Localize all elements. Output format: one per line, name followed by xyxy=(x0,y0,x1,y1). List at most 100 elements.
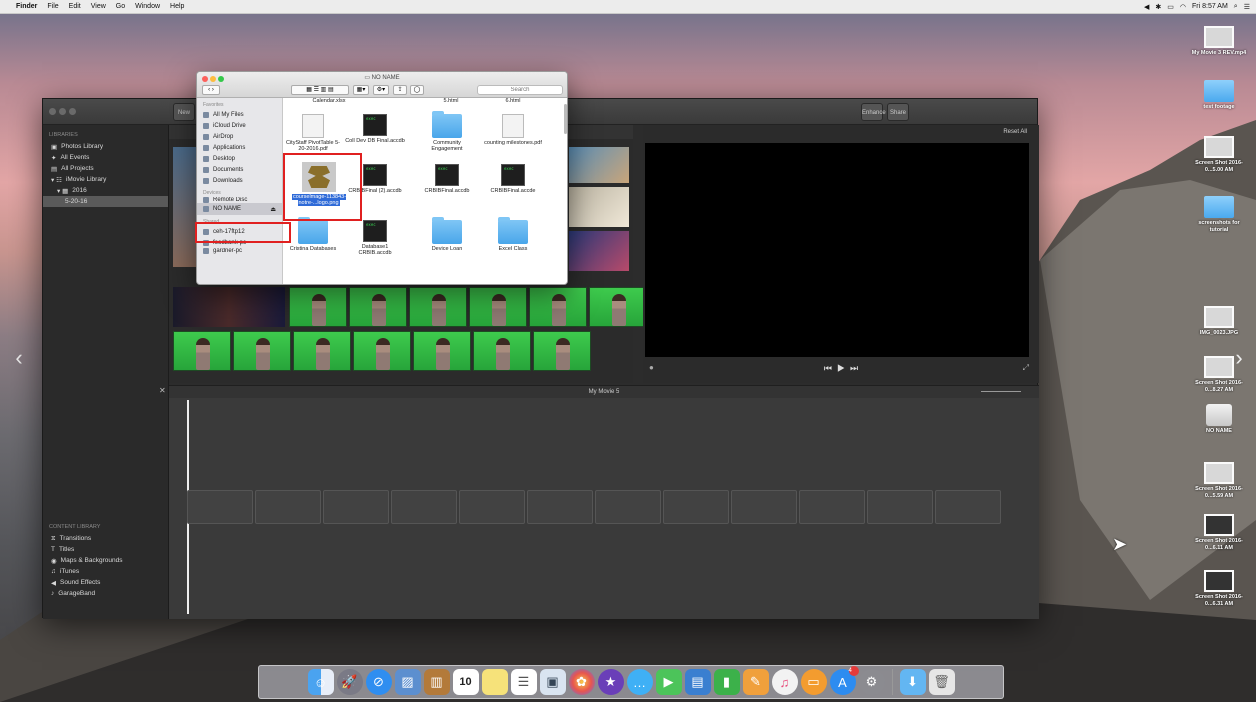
video-viewer[interactable] xyxy=(645,143,1029,357)
file-item[interactable]: counting milestones.pdf xyxy=(483,114,543,146)
volume-icon[interactable]: ◀ xyxy=(1144,3,1149,11)
file-item[interactable]: CityStaff PivotTable 5-20-2016.pdf xyxy=(283,114,343,153)
desktop-file[interactable]: Screen Shot 2016-0...6.11 AM xyxy=(1191,514,1247,551)
scrollbar[interactable] xyxy=(564,104,567,134)
sidebar-item-icloud-drive[interactable]: iCloud Drive xyxy=(197,120,282,131)
menu-go[interactable]: Go xyxy=(116,3,125,10)
file-item-top[interactable]: 5.html xyxy=(421,98,481,104)
share-icon[interactable]: ⇪ xyxy=(393,85,407,95)
tag-icon[interactable]: ◯ xyxy=(410,85,424,95)
launchpad-app-icon[interactable]: 🚀 xyxy=(336,669,363,695)
content-item-transitions[interactable]: ⧖ Transitions xyxy=(43,533,168,544)
clip-thumbnail[interactable] xyxy=(173,331,231,371)
clip-thumbnail[interactable] xyxy=(569,231,629,271)
file-item[interactable]: Database1 CRBIB.accdb xyxy=(345,220,405,257)
bluetooth-icon[interactable]: ✱ xyxy=(1155,3,1161,11)
preview-app-icon[interactable]: ▨ xyxy=(394,669,421,695)
clip-thumbnail[interactable] xyxy=(589,287,647,327)
new-button[interactable]: New xyxy=(173,103,195,121)
sidebar-item-all-projects[interactable]: ▤ All Projects xyxy=(43,163,168,174)
desktop-file[interactable]: Screen Shot 2016-0...6.31 AM xyxy=(1191,570,1247,607)
safari-app-icon[interactable]: ⊘ xyxy=(365,669,392,695)
minimize-button[interactable] xyxy=(59,108,66,115)
sidebar-item-downloads[interactable]: Downloads xyxy=(197,175,282,186)
sidebar-item-event[interactable]: 5-20-16 xyxy=(43,196,168,207)
sidebar-item-shared-3[interactable]: gardner-pc xyxy=(197,248,282,254)
zoom-slider[interactable] xyxy=(981,391,1021,392)
messages-app-icon[interactable]: … xyxy=(626,669,653,695)
sidebar-item-all-my-files[interactable]: All My Files xyxy=(197,109,282,120)
reset-all-button[interactable]: Reset All xyxy=(1003,129,1027,135)
skip-back-icon[interactable]: ⏮ xyxy=(824,363,832,373)
eject-icon[interactable]: ⏏ xyxy=(270,206,276,213)
reminders-app-icon[interactable]: ☰ xyxy=(510,669,537,695)
content-item-itunes[interactable]: ♫ iTunes xyxy=(43,566,168,577)
sidebar-item-applications[interactable]: Applications xyxy=(197,142,282,153)
clip-thumbnail[interactable] xyxy=(353,331,411,371)
clip-thumbnail[interactable] xyxy=(293,331,351,371)
imovie-app-icon[interactable]: ★ xyxy=(597,669,624,695)
menu-edit[interactable]: Edit xyxy=(69,3,81,10)
clip-thumbnail[interactable] xyxy=(533,331,591,371)
skip-forward-icon[interactable]: ⏭ xyxy=(850,363,858,373)
clip-thumbnail[interactable] xyxy=(569,187,629,227)
clip-thumbnail[interactable] xyxy=(173,287,285,327)
clip-thumbnail[interactable] xyxy=(233,331,291,371)
file-item[interactable]: Device Loan xyxy=(417,217,477,252)
spotlight-icon[interactable]: ⌕ xyxy=(1234,3,1238,11)
content-item-titles[interactable]: T Titles xyxy=(43,544,168,555)
file-item[interactable]: Coll Dev DB Final.accdb xyxy=(345,114,405,144)
clip-thumbnail[interactable] xyxy=(289,287,347,327)
preview-doc-app-icon[interactable]: ▣ xyxy=(539,669,566,695)
photos-app-icon[interactable]: ✿ xyxy=(568,669,595,695)
desktop-file[interactable]: Screen Shot 2016-0...5.59 AM xyxy=(1191,462,1247,499)
notification-center-icon[interactable]: ☰ xyxy=(1244,3,1250,11)
clip-thumbnail[interactable] xyxy=(569,147,629,183)
ibooks-app-icon[interactable]: ▭ xyxy=(800,669,827,695)
downloads-stack-icon[interactable]: ⬇ xyxy=(899,669,926,695)
desktop-drive[interactable]: NO NAME xyxy=(1191,404,1247,435)
menu-help[interactable]: Help xyxy=(170,3,184,10)
desktop-file[interactable]: IMG_0023.JPG xyxy=(1191,306,1247,337)
sidebar-item-imovie-library[interactable]: ▾ ☷ iMovie Library xyxy=(43,174,168,185)
menu-view[interactable]: View xyxy=(91,3,106,10)
desktop-file[interactable]: Screen Shot 2016-0...5.00 AM xyxy=(1191,136,1247,173)
notes-app-icon[interactable]: ▥ xyxy=(423,669,450,695)
desktop-file[interactable]: My Movie 3 REV.mp4 xyxy=(1191,26,1247,57)
menu-file[interactable]: File xyxy=(47,3,58,10)
arrange-button[interactable]: ▦▾ xyxy=(353,85,369,95)
desktop-folder[interactable]: screenshots for tutorial xyxy=(1191,196,1247,233)
sidebar-item-2016[interactable]: ▾ ▦ 2016 xyxy=(43,185,168,196)
sidebar-item-no-name[interactable]: NO NAME ⏏ xyxy=(197,203,282,215)
close-button[interactable] xyxy=(49,108,56,115)
content-item-sound-effects[interactable]: ◀ Sound Effects xyxy=(43,577,168,588)
finder-app-icon[interactable]: ☺ xyxy=(307,669,334,695)
menu-window[interactable]: Window xyxy=(135,3,160,10)
itunes-app-icon[interactable]: ♫ xyxy=(771,669,798,695)
clip-thumbnail[interactable] xyxy=(469,287,527,327)
clip-thumbnail[interactable] xyxy=(529,287,587,327)
content-item-maps[interactable]: ◉ Maps & Backgrounds xyxy=(43,555,168,566)
sidebar-item-airdrop[interactable]: AirDrop xyxy=(197,131,282,142)
zoom-button[interactable] xyxy=(69,108,76,115)
pages-app-icon[interactable]: ✎ xyxy=(742,669,769,695)
file-item[interactable]: Community Engagement xyxy=(417,111,477,153)
desktop-file[interactable]: Screen Shot 2016-0...8.27 AM xyxy=(1191,356,1247,393)
microphone-icon[interactable]: ● xyxy=(649,363,654,372)
clip-thumbnail[interactable] xyxy=(413,331,471,371)
file-item-top[interactable]: 6.html xyxy=(483,98,543,104)
previous-arrow-icon[interactable]: ‹ xyxy=(10,340,28,376)
menu-app-name[interactable]: Finder xyxy=(16,3,37,10)
system-preferences-app-icon[interactable]: ⚙ xyxy=(858,669,885,695)
calendar-app-icon[interactable]: 10 xyxy=(452,669,479,695)
desktop-folder[interactable]: test footage xyxy=(1191,80,1247,111)
trash-icon[interactable]: 🗑 xyxy=(928,669,955,695)
content-item-garageband[interactable]: ♪ GarageBand xyxy=(43,588,168,599)
facetime-app-icon[interactable]: ▶ xyxy=(655,669,682,695)
file-item[interactable]: Cristina Databases xyxy=(283,217,343,252)
sidebar-item-desktop[interactable]: Desktop xyxy=(197,153,282,164)
numbers-app-icon[interactable]: ▮ xyxy=(713,669,740,695)
clip-thumbnail[interactable] xyxy=(349,287,407,327)
close-icon[interactable]: ✕ xyxy=(159,386,166,395)
file-item[interactable]: Excel Class xyxy=(483,217,543,252)
